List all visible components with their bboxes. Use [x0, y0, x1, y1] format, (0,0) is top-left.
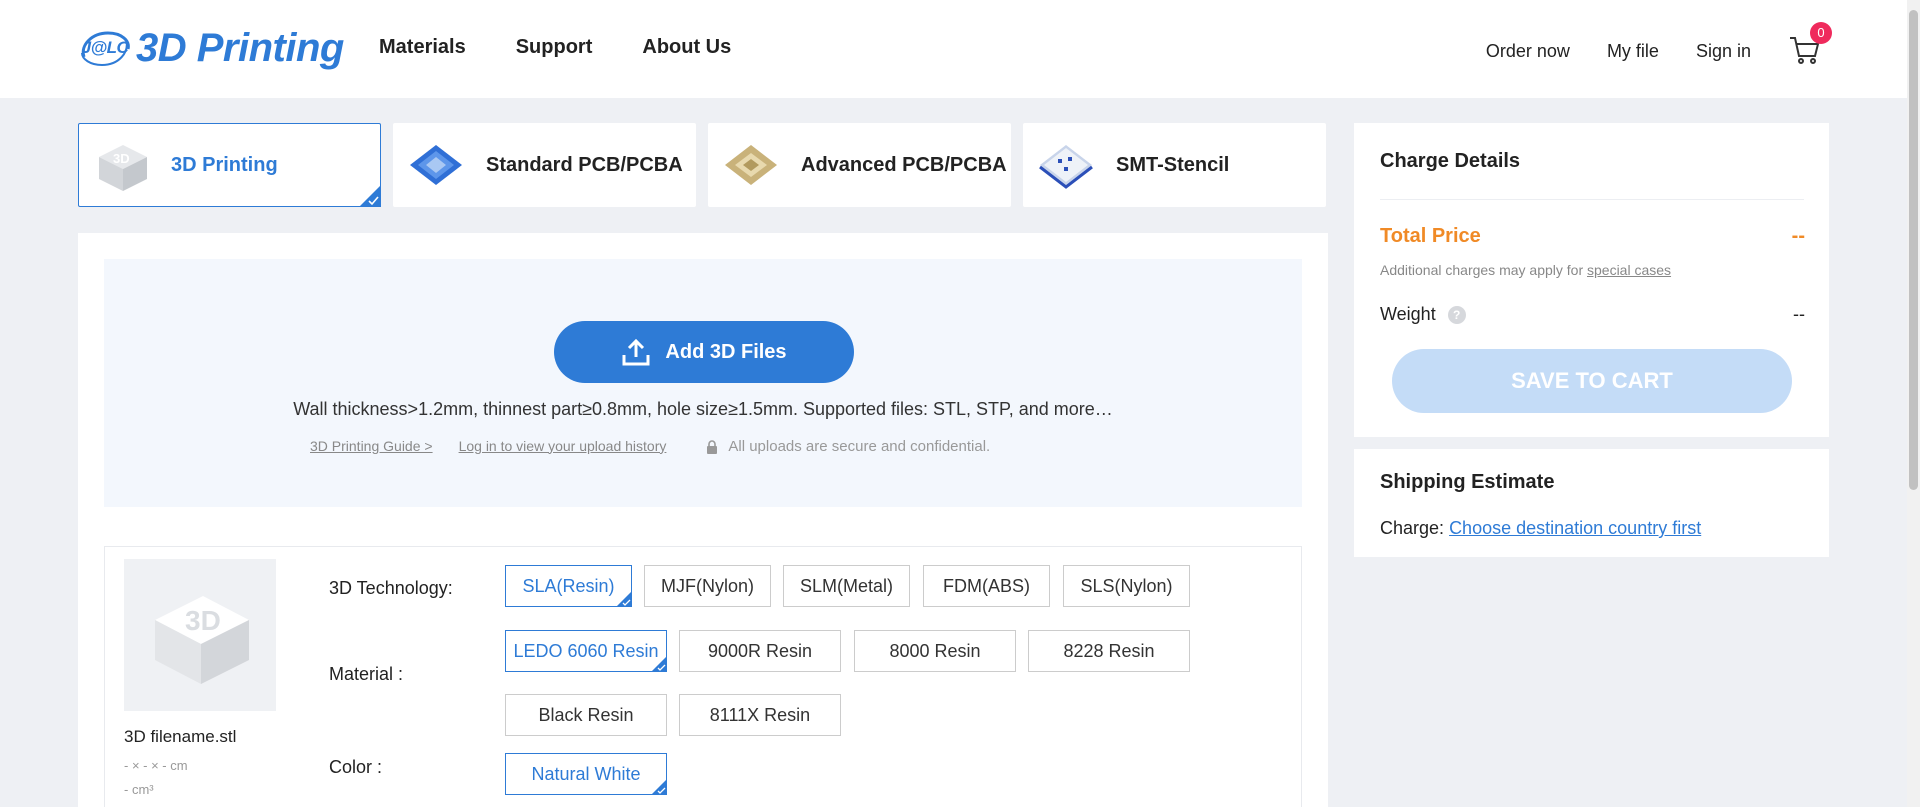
upload-requirements: Wall thickness>1.2mm, thinnest part≥0.8m… — [293, 399, 1113, 419]
tab-label: 3D Printing — [171, 153, 278, 176]
logo-text: 3D Printing — [136, 25, 344, 70]
charge-details-panel: Charge Details Total Price -- Additional… — [1354, 123, 1829, 437]
color-option-natural-white[interactable]: Natural White — [505, 753, 667, 795]
pcb-icon — [410, 145, 462, 185]
upload-links: 3D Printing Guide > Log in to view your … — [310, 436, 990, 456]
cart-button[interactable]: 0 — [1788, 22, 1832, 66]
secure-notice: All uploads are secure and confidential. — [706, 438, 990, 455]
technology-label: 3D Technology: — [329, 578, 453, 598]
logo[interactable]: J@LC 3D Printing — [78, 24, 344, 72]
tab-smt-stencil[interactable]: SMT-Stencil — [1023, 123, 1326, 207]
order-now-link[interactable]: Order now — [1486, 41, 1570, 62]
tab-label: Standard PCB/PCBA — [486, 153, 683, 176]
weight-value: -- — [1793, 304, 1805, 324]
3d-cube-icon: 3D — [99, 145, 147, 191]
divider — [1380, 199, 1804, 200]
material-option-8000[interactable]: 8000 Resin — [854, 630, 1016, 672]
tab-3d-printing[interactable]: 3D 3D Printing — [78, 123, 381, 207]
chip-icon — [725, 145, 777, 185]
selected-check-icon — [359, 185, 381, 207]
tech-option-sla[interactable]: SLA(Resin) — [505, 565, 632, 607]
printing-guide-link[interactable]: 3D Printing Guide > — [310, 438, 433, 454]
nav-about-us[interactable]: About Us — [642, 36, 731, 59]
material-option-black[interactable]: Black Resin — [505, 694, 667, 736]
file-volume: - cm³ — [124, 782, 154, 797]
choose-country-link[interactable]: Choose destination country first — [1449, 518, 1701, 538]
special-cases-link[interactable]: special cases — [1587, 262, 1671, 278]
tech-option-sls[interactable]: SLS(Nylon) — [1063, 565, 1190, 607]
upload-history-link[interactable]: Log in to view your upload history — [459, 438, 667, 454]
selected-check-icon — [616, 591, 632, 607]
selected-check-icon — [651, 779, 667, 795]
material-option-8111x[interactable]: 8111X Resin — [679, 694, 841, 736]
help-icon[interactable]: ? — [1447, 305, 1466, 324]
main-nav: Materials Support About Us — [379, 36, 731, 59]
cart-count-badge: 0 — [1810, 22, 1832, 44]
selected-check-icon — [651, 656, 667, 672]
svg-text:3D: 3D — [185, 605, 221, 636]
shipping-estimate-title: Shipping Estimate — [1380, 471, 1555, 493]
upload-dropzone[interactable]: Add 3D Files Wall thickness>1.2mm, thinn… — [104, 259, 1302, 507]
part-config: 3D 3D filename.stl - × - × - cm - cm³ 3D… — [104, 546, 1302, 807]
tab-label: Advanced PCB/PCBA — [801, 153, 1007, 176]
tab-label: SMT-Stencil — [1116, 153, 1230, 176]
shipping-estimate-panel: Shipping Estimate Charge: Choose destina… — [1354, 449, 1829, 557]
shipping-charge-row: Charge: Choose destination country first — [1380, 518, 1702, 538]
order-form: Add 3D Files Wall thickness>1.2mm, thinn… — [78, 233, 1328, 807]
svg-text:3D: 3D — [113, 151, 130, 166]
file-name: 3D filename.stl — [124, 727, 237, 746]
tech-option-fdm[interactable]: FDM(ABS) — [923, 565, 1050, 607]
page-scrollbar[interactable] — [1907, 0, 1920, 807]
nav-support[interactable]: Support — [516, 36, 593, 59]
total-price-label: Total Price — [1380, 225, 1481, 247]
weight-row: Weight ? — [1380, 304, 1466, 325]
material-option-9000r[interactable]: 9000R Resin — [679, 630, 841, 672]
header-actions: Order now My file Sign in 0 — [1486, 22, 1832, 66]
header: J@LC 3D Printing Materials Support About… — [0, 0, 1920, 98]
color-label: Color : — [329, 757, 383, 777]
3d-cube-icon: 3D — [155, 596, 249, 684]
nav-materials[interactable]: Materials — [379, 36, 466, 59]
scrollbar-thumb[interactable] — [1909, 10, 1918, 490]
upload-icon — [622, 338, 650, 366]
total-price-value: -- — [1791, 225, 1805, 247]
file-dimensions: - × - × - cm — [124, 758, 188, 773]
additional-charges-note: Additional charges may apply for special… — [1380, 262, 1672, 278]
tab-advanced-pcb[interactable]: Advanced PCB/PCBA — [708, 123, 1011, 207]
stencil-icon — [1039, 145, 1093, 189]
sign-in-link[interactable]: Sign in — [1696, 41, 1751, 62]
model-thumbnail: 3D — [124, 559, 276, 711]
material-label: Material : — [329, 664, 404, 684]
material-option-ledo-6060[interactable]: LEDO 6060 Resin — [505, 630, 667, 672]
tab-standard-pcb[interactable]: Standard PCB/PCBA — [393, 123, 696, 207]
tech-option-slm[interactable]: SLM(Metal) — [783, 565, 910, 607]
material-option-8228[interactable]: 8228 Resin — [1028, 630, 1190, 672]
tech-option-mjf[interactable]: MJF(Nylon) — [644, 565, 771, 607]
my-file-link[interactable]: My file — [1607, 41, 1659, 62]
add-3d-files-button[interactable]: Add 3D Files — [554, 321, 854, 383]
charge-details-title: Charge Details — [1380, 150, 1521, 172]
service-tabs: 3D 3D Printing Standard PCB/PCBA Advance… — [78, 123, 1326, 207]
save-to-cart-button[interactable]: SAVE TO CART — [1392, 349, 1792, 413]
lock-icon — [707, 439, 718, 454]
logo-badge: J@LC — [78, 27, 132, 69]
